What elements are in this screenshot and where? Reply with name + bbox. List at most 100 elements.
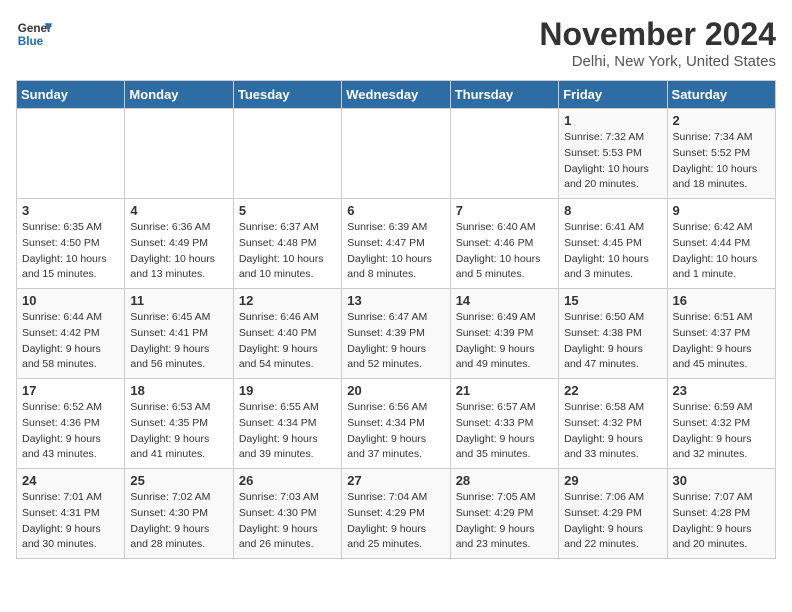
day-header-friday: Friday — [559, 81, 667, 109]
calendar-cell: 12 Sunrise: 6:46 AM Sunset: 4:40 PM Dayli… — [233, 289, 341, 379]
day-info: Sunrise: 6:35 AM Sunset: 4:50 PM Dayligh… — [22, 220, 119, 283]
calendar-cell — [342, 109, 450, 199]
title-area: November 2024 Delhi, New York, United St… — [539, 16, 776, 70]
day-info: Sunrise: 6:40 AM Sunset: 4:46 PM Dayligh… — [456, 220, 553, 283]
day-info: Sunrise: 6:36 AM Sunset: 4:49 PM Dayligh… — [130, 220, 227, 283]
day-info: Sunrise: 7:07 AM Sunset: 4:28 PM Dayligh… — [673, 490, 770, 553]
day-number: 10 — [22, 293, 119, 308]
day-info: Sunrise: 6:37 AM Sunset: 4:48 PM Dayligh… — [239, 220, 336, 283]
day-number: 20 — [347, 383, 444, 398]
day-number: 23 — [673, 383, 770, 398]
day-number: 28 — [456, 473, 553, 488]
day-number: 17 — [22, 383, 119, 398]
day-header-monday: Monday — [125, 81, 233, 109]
day-header-tuesday: Tuesday — [233, 81, 341, 109]
day-number: 25 — [130, 473, 227, 488]
day-info: Sunrise: 6:46 AM Sunset: 4:40 PM Dayligh… — [239, 310, 336, 373]
day-header-thursday: Thursday — [450, 81, 558, 109]
day-number: 29 — [564, 473, 661, 488]
calendar-cell — [233, 109, 341, 199]
day-number: 30 — [673, 473, 770, 488]
day-number: 4 — [130, 203, 227, 218]
day-number: 1 — [564, 113, 661, 128]
day-number: 3 — [22, 203, 119, 218]
day-info: Sunrise: 6:57 AM Sunset: 4:33 PM Dayligh… — [456, 400, 553, 463]
day-info: Sunrise: 6:56 AM Sunset: 4:34 PM Dayligh… — [347, 400, 444, 463]
calendar-cell: 19 Sunrise: 6:55 AM Sunset: 4:34 PM Dayli… — [233, 379, 341, 469]
day-info: Sunrise: 7:04 AM Sunset: 4:29 PM Dayligh… — [347, 490, 444, 553]
calendar-cell — [17, 109, 125, 199]
day-info: Sunrise: 7:03 AM Sunset: 4:30 PM Dayligh… — [239, 490, 336, 553]
week-row-3: 17Sunrise: 6:52 AM Sunset: 4:36 PM Dayli… — [17, 379, 776, 469]
calendar-cell: 28 Sunrise: 7:05 AM Sunset: 4:29 PM Dayli… — [450, 469, 558, 559]
calendar-cell: 26 Sunrise: 7:03 AM Sunset: 4:30 PM Dayli… — [233, 469, 341, 559]
day-number: 27 — [347, 473, 444, 488]
day-info: Sunrise: 7:02 AM Sunset: 4:30 PM Dayligh… — [130, 490, 227, 553]
calendar-cell: 6 Sunrise: 6:39 AM Sunset: 4:47 PM Daylig… — [342, 199, 450, 289]
day-info: Sunrise: 6:53 AM Sunset: 4:35 PM Dayligh… — [130, 400, 227, 463]
day-number: 21 — [456, 383, 553, 398]
day-number: 15 — [564, 293, 661, 308]
day-number: 16 — [673, 293, 770, 308]
calendar-cell: 3 Sunrise: 6:35 AM Sunset: 4:50 PM Daylig… — [17, 199, 125, 289]
calendar-cell: 29Sunrise: 7:06 AM Sunset: 4:29 PM Dayli… — [559, 469, 667, 559]
day-number: 18 — [130, 383, 227, 398]
day-number: 24 — [22, 473, 119, 488]
day-header-sunday: Sunday — [17, 81, 125, 109]
day-number: 12 — [239, 293, 336, 308]
calendar-cell — [125, 109, 233, 199]
calendar-cell: 10 Sunrise: 6:44 AM Sunset: 4:42 PM Dayli… — [17, 289, 125, 379]
day-number: 13 — [347, 293, 444, 308]
day-info: Sunrise: 6:50 AM Sunset: 4:38 PM Dayligh… — [564, 310, 661, 373]
svg-text:Blue: Blue — [18, 35, 44, 48]
day-info: Sunrise: 6:58 AM Sunset: 4:32 PM Dayligh… — [564, 400, 661, 463]
day-info: Sunrise: 6:49 AM Sunset: 4:39 PM Dayligh… — [456, 310, 553, 373]
day-header-wednesday: Wednesday — [342, 81, 450, 109]
calendar-cell: 8 Sunrise: 6:41 AM Sunset: 4:45 PM Daylig… — [559, 199, 667, 289]
day-info: Sunrise: 6:51 AM Sunset: 4:37 PM Dayligh… — [673, 310, 770, 373]
day-info: Sunrise: 6:47 AM Sunset: 4:39 PM Dayligh… — [347, 310, 444, 373]
calendar-cell: 1 Sunrise: 7:32 AM Sunset: 5:53 PM Daylig… — [559, 109, 667, 199]
day-number: 6 — [347, 203, 444, 218]
calendar-cell: 7 Sunrise: 6:40 AM Sunset: 4:46 PM Daylig… — [450, 199, 558, 289]
day-number: 11 — [130, 293, 227, 308]
calendar-cell: 16 Sunrise: 6:51 AM Sunset: 4:37 PM Dayli… — [667, 289, 775, 379]
day-info: Sunrise: 7:01 AM Sunset: 4:31 PM Dayligh… — [22, 490, 119, 553]
day-number: 7 — [456, 203, 553, 218]
calendar-cell: 30 Sunrise: 7:07 AM Sunset: 4:28 PM Dayli… — [667, 469, 775, 559]
day-number: 5 — [239, 203, 336, 218]
header: General Blue November 2024 Delhi, New Yo… — [16, 16, 776, 70]
day-info: Sunrise: 6:55 AM Sunset: 4:34 PM Dayligh… — [239, 400, 336, 463]
day-number: 9 — [673, 203, 770, 218]
calendar-cell: 15 Sunrise: 6:50 AM Sunset: 4:38 PM Dayli… — [559, 289, 667, 379]
calendar-cell: 22 Sunrise: 6:58 AM Sunset: 4:32 PM Dayli… — [559, 379, 667, 469]
day-info: Sunrise: 6:59 AM Sunset: 4:32 PM Dayligh… — [673, 400, 770, 463]
week-row-4: 24 Sunrise: 7:01 AM Sunset: 4:31 PM Dayli… — [17, 469, 776, 559]
day-number: 19 — [239, 383, 336, 398]
day-header-saturday: Saturday — [667, 81, 775, 109]
day-info: Sunrise: 7:32 AM Sunset: 5:53 PM Dayligh… — [564, 130, 661, 193]
calendar-cell: 4 Sunrise: 6:36 AM Sunset: 4:49 PM Daylig… — [125, 199, 233, 289]
month-title: November 2024 — [539, 16, 776, 53]
calendar-cell: 14Sunrise: 6:49 AM Sunset: 4:39 PM Dayli… — [450, 289, 558, 379]
calendar-cell: 5 Sunrise: 6:37 AM Sunset: 4:48 PM Daylig… — [233, 199, 341, 289]
calendar-cell: 11Sunrise: 6:45 AM Sunset: 4:41 PM Dayli… — [125, 289, 233, 379]
day-number: 8 — [564, 203, 661, 218]
header-row: SundayMondayTuesdayWednesdayThursdayFrid… — [17, 81, 776, 109]
location: Delhi, New York, United States — [539, 53, 776, 70]
calendar-cell: 18 Sunrise: 6:53 AM Sunset: 4:35 PM Dayli… — [125, 379, 233, 469]
day-number: 22 — [564, 383, 661, 398]
day-info: Sunrise: 7:05 AM Sunset: 4:29 PM Dayligh… — [456, 490, 553, 553]
logo: General Blue — [16, 16, 52, 52]
week-row-1: 3 Sunrise: 6:35 AM Sunset: 4:50 PM Daylig… — [17, 199, 776, 289]
day-info: Sunrise: 6:41 AM Sunset: 4:45 PM Dayligh… — [564, 220, 661, 283]
calendar-cell: 17Sunrise: 6:52 AM Sunset: 4:36 PM Dayli… — [17, 379, 125, 469]
calendar-cell: 27 Sunrise: 7:04 AM Sunset: 4:29 PM Dayli… — [342, 469, 450, 559]
calendar-cell: 23 Sunrise: 6:59 AM Sunset: 4:32 PM Dayli… — [667, 379, 775, 469]
day-info: Sunrise: 6:39 AM Sunset: 4:47 PM Dayligh… — [347, 220, 444, 283]
day-number: 26 — [239, 473, 336, 488]
week-row-2: 10 Sunrise: 6:44 AM Sunset: 4:42 PM Dayli… — [17, 289, 776, 379]
calendar-cell: 24 Sunrise: 7:01 AM Sunset: 4:31 PM Dayli… — [17, 469, 125, 559]
day-info: Sunrise: 6:44 AM Sunset: 4:42 PM Dayligh… — [22, 310, 119, 373]
calendar-cell — [450, 109, 558, 199]
